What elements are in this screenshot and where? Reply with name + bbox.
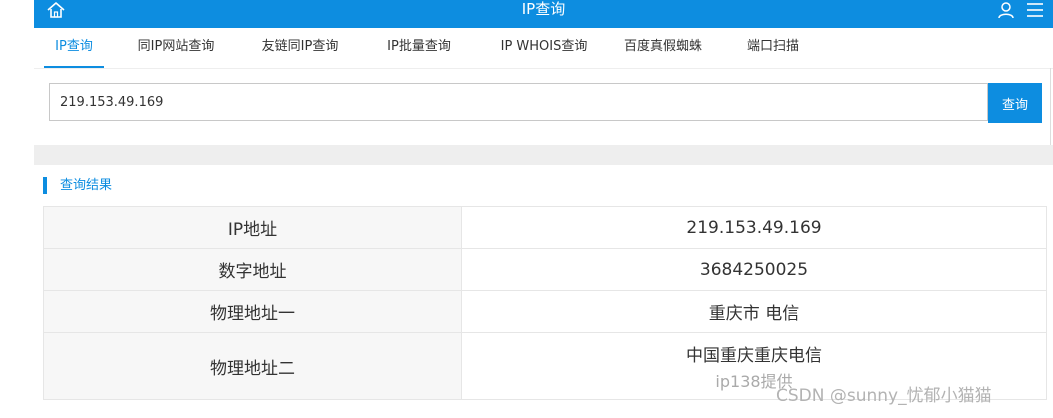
tab-ip-whois[interactable]: IP WHOIS查询 [484,28,604,66]
row-value: 3684250025 [461,248,1047,291]
row-value: 重庆市 电信 [461,290,1047,333]
page-title: IP查询 [521,0,566,18]
user-icon[interactable] [997,1,1015,19]
table-row: 物理地址一 重庆市 电信 [43,290,1047,333]
divider [1050,68,1051,148]
row-value: 中国重庆重庆电信 [686,345,822,366]
row-label: IP地址 [43,206,462,249]
watermark: CSDN @sunny_忧郁小猫猫 [776,386,992,406]
tab-ip-batch[interactable]: IP批量查询 [374,28,464,66]
results-heading: 查询结果 [43,177,112,194]
menu-icon[interactable] [1025,1,1045,19]
tab-same-ip-sites[interactable]: 同IP网站查询 [126,28,226,66]
tab-port-scan[interactable]: 端口扫描 [738,28,808,66]
row-label: 物理地址一 [43,290,462,333]
result-table: IP地址 219.153.49.169 数字地址 3684250025 物理地址… [43,206,1047,400]
row-value: 219.153.49.169 [461,206,1047,249]
row-label: 物理地址二 [43,332,462,400]
tool-tabs: IP查询 同IP网站查询 友链同IP查询 IP批量查询 IP WHOIS查询 百… [34,28,1053,69]
row-label: 数字地址 [43,248,462,291]
table-row: IP地址 219.153.49.169 [43,206,1047,249]
search-button[interactable]: 查询 [988,83,1042,123]
section-divider [34,145,1053,165]
ip-search-input[interactable] [49,83,988,121]
top-bar: IP查询 [34,0,1053,28]
tab-friendlink-same-ip[interactable]: 友链同IP查询 [250,28,350,66]
tab-baidu-spider[interactable]: 百度真假蜘蛛 [618,28,708,66]
table-row: 数字地址 3684250025 [43,248,1047,291]
tab-ip-lookup[interactable]: IP查询 [44,28,104,68]
